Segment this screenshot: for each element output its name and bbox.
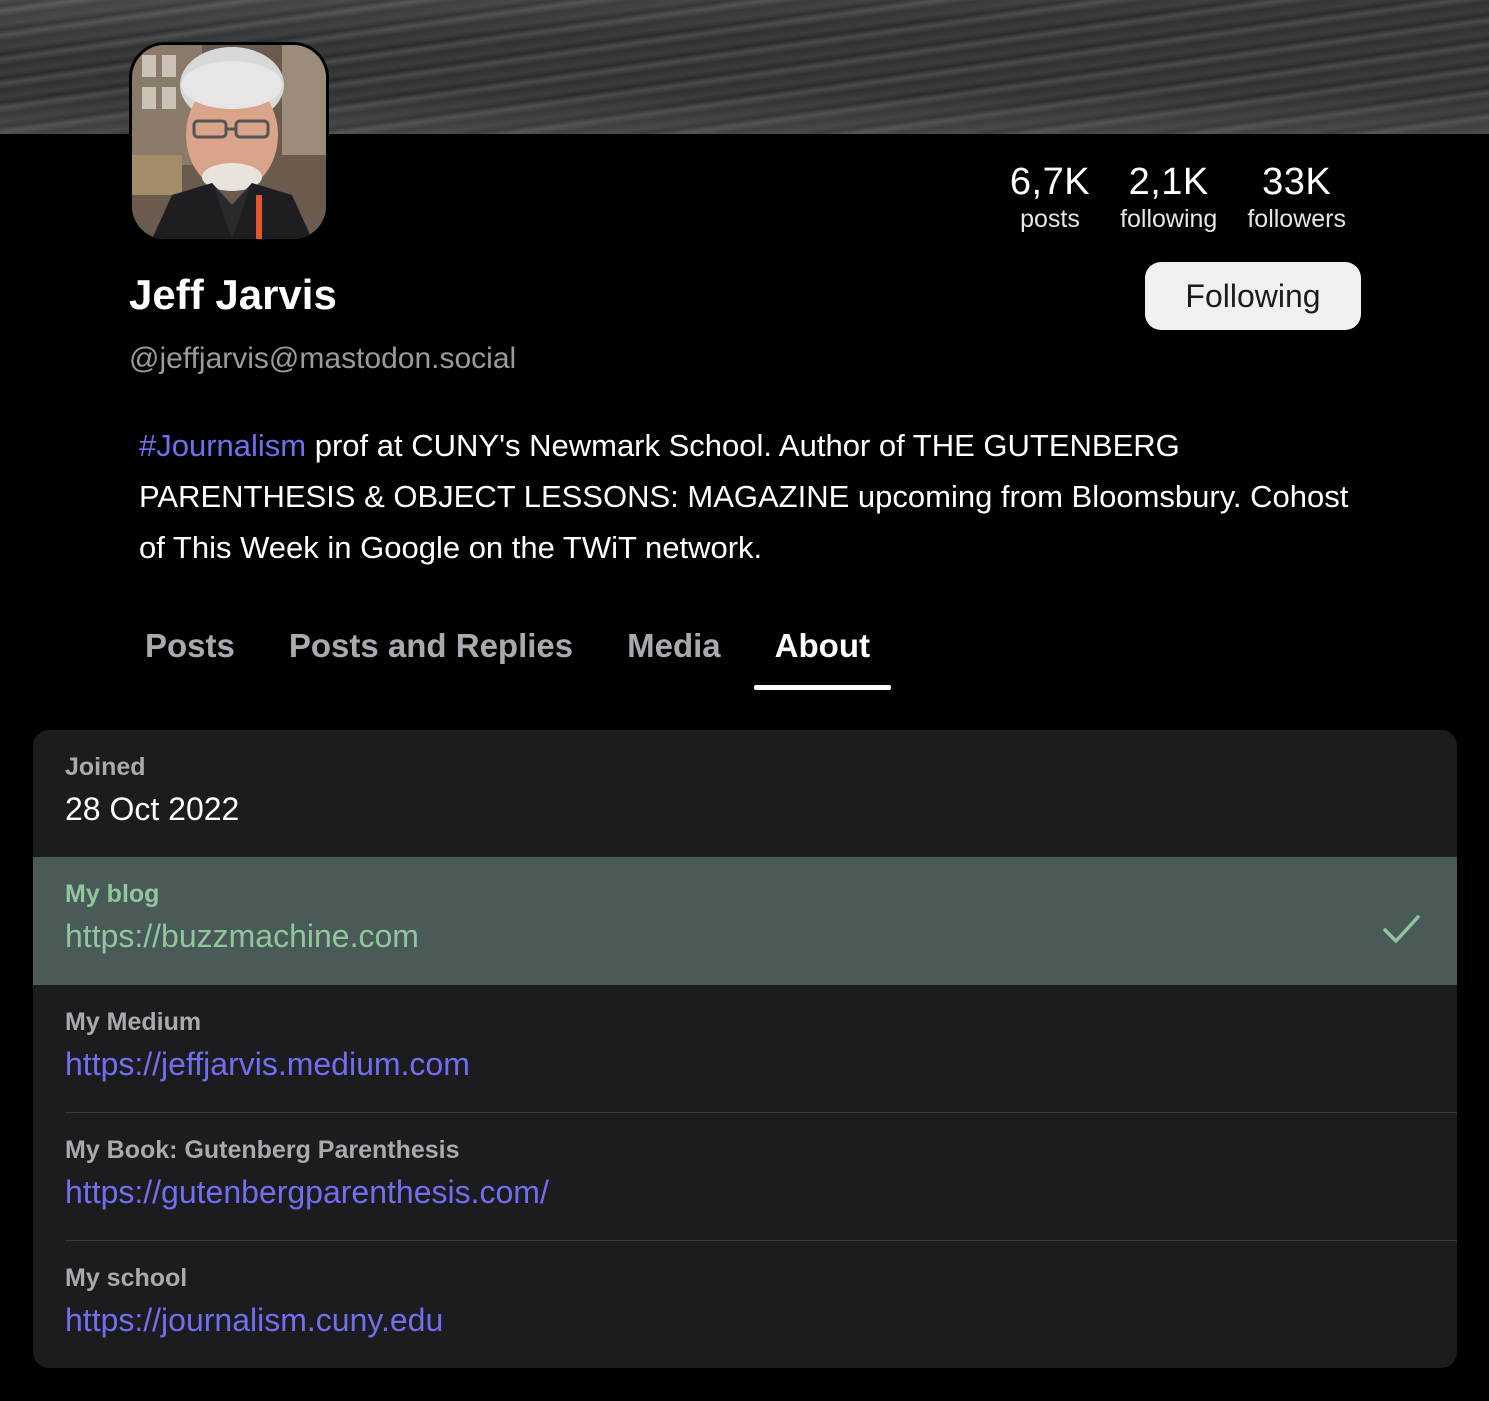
field-label: My Medium [65,1008,202,1036]
stat-posts-label: posts [1020,205,1080,233]
following-button[interactable]: Following [1145,262,1361,330]
tab-posts[interactable]: Posts [118,616,262,688]
field-label: My blog [65,880,160,908]
profile-tabs: Posts Posts and Replies Media About [118,616,897,690]
about-field-blog: My blog https://buzzmachine.com [33,857,1457,985]
field-label: My school [65,1264,188,1292]
field-link[interactable]: https://gutenbergparenthesis.com/ [65,1171,549,1213]
about-field-book: My Book: Gutenberg Parenthesis https://g… [33,1113,1457,1241]
avatar[interactable] [129,42,329,242]
about-field-medium: My Medium https://jeffjarvis.medium.com [33,985,1457,1113]
bio-text: prof at CUNY's Newmark School. Author of… [139,428,1349,565]
checkmark-icon [1383,915,1420,943]
avatar-photo [132,45,326,239]
bio-hashtag-link[interactable]: #Journalism [139,428,306,463]
field-link[interactable]: https://journalism.cuny.edu [65,1299,443,1341]
field-label: My Book: Gutenberg Parenthesis [65,1136,460,1164]
field-link[interactable]: https://jeffjarvis.medium.com [65,1043,470,1085]
stat-posts[interactable]: 6,7K posts [995,160,1105,234]
tab-posts-and-replies[interactable]: Posts and Replies [262,616,600,688]
about-field-joined: Joined 28 Oct 2022 [33,730,1457,858]
field-label: Joined [65,753,146,781]
account-handle: @jeffjarvis@mastodon.social [129,342,517,375]
stat-followers[interactable]: 33K followers [1232,160,1361,234]
stat-following-value: 2,1K [1128,161,1209,203]
about-card: Joined 28 Oct 2022 My blog https://buzzm… [33,730,1457,1368]
stat-followers-value: 33K [1262,161,1332,203]
profile-stats: 6,7K posts 2,1K following 33K followers [995,160,1361,234]
stat-posts-value: 6,7K [1009,161,1091,203]
stat-followers-label: followers [1247,205,1346,233]
tab-media[interactable]: Media [600,616,748,688]
tab-about[interactable]: About [748,616,897,690]
field-value: 28 Oct 2022 [65,791,240,827]
field-link[interactable]: https://buzzmachine.com [65,915,419,957]
stat-following-label: following [1120,205,1218,233]
display-name: Jeff Jarvis [129,271,337,318]
stat-following[interactable]: 2,1K following [1105,160,1232,234]
profile-bio: #Journalism prof at CUNY's Newmark Schoo… [139,420,1359,573]
about-field-school: My school https://journalism.cuny.edu [33,1241,1457,1368]
